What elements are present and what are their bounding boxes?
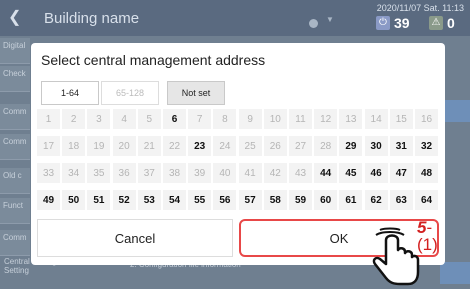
address-cell-33: 33 bbox=[37, 163, 60, 183]
not-set-button[interactable]: Not set bbox=[167, 81, 225, 105]
dialog-title: Select central management address bbox=[41, 52, 266, 68]
address-cell-4: 4 bbox=[112, 109, 136, 129]
sidebar-item[interactable]: Comm bbox=[0, 104, 30, 130]
address-cell-14: 14 bbox=[364, 109, 388, 129]
sidebar-item[interactable]: Comm bbox=[0, 134, 30, 160]
address-cell-42: 42 bbox=[263, 163, 287, 183]
address-cell-59[interactable]: 59 bbox=[289, 190, 312, 210]
sidebar-item[interactable]: Digital bbox=[0, 38, 30, 64]
address-cell-38: 38 bbox=[163, 163, 186, 183]
address-cell-3: 3 bbox=[87, 109, 111, 129]
address-cell-60[interactable]: 60 bbox=[314, 190, 338, 210]
address-cell-1: 1 bbox=[37, 109, 60, 129]
back-chevron-icon[interactable]: ❮ bbox=[8, 10, 21, 26]
address-cell-31[interactable]: 31 bbox=[389, 136, 413, 156]
address-cell-64[interactable]: 64 bbox=[415, 190, 438, 210]
caret-down-icon: ▼ bbox=[326, 15, 334, 24]
address-cell-16: 16 bbox=[415, 109, 438, 129]
address-cell-24: 24 bbox=[213, 136, 237, 156]
address-cell-30[interactable]: 30 bbox=[364, 136, 388, 156]
address-cell-25: 25 bbox=[238, 136, 262, 156]
address-cell-17: 17 bbox=[37, 136, 60, 156]
sidebar-item[interactable]: Comm bbox=[0, 230, 30, 256]
address-cell-32[interactable]: 32 bbox=[415, 136, 438, 156]
address-cell-15: 15 bbox=[389, 109, 413, 129]
app-header: ❮ Building name 2020/11/07 Sat. 11:13 ▼ … bbox=[0, 0, 470, 36]
address-cell-23[interactable]: 23 bbox=[188, 136, 212, 156]
warning-count: 0 bbox=[447, 15, 455, 31]
address-cell-55[interactable]: 55 bbox=[188, 190, 212, 210]
app-title: Building name bbox=[44, 10, 140, 27]
address-cell-13: 13 bbox=[339, 109, 363, 129]
address-cell-11: 11 bbox=[289, 109, 312, 129]
power-count: 39 bbox=[394, 15, 410, 31]
range-tab-65-128: 65-128 bbox=[101, 81, 159, 105]
right-panel-bar bbox=[440, 262, 470, 284]
address-cell-34: 34 bbox=[62, 163, 86, 183]
address-cell-9: 9 bbox=[238, 109, 262, 129]
address-cell-61[interactable]: 61 bbox=[339, 190, 363, 210]
address-cell-27: 27 bbox=[289, 136, 312, 156]
address-cell-39: 39 bbox=[188, 163, 212, 183]
address-cell-26: 26 bbox=[263, 136, 287, 156]
datetime: 2020/11/07 Sat. 11:13 bbox=[376, 3, 464, 13]
range-tabs: 1-64 65-128 Not set bbox=[41, 81, 227, 105]
address-cell-56[interactable]: 56 bbox=[213, 190, 237, 210]
cancel-button[interactable]: Cancel bbox=[37, 219, 233, 257]
address-cell-44[interactable]: 44 bbox=[314, 163, 338, 183]
range-tab-1-64[interactable]: 1-64 bbox=[41, 81, 99, 105]
sidebar-item[interactable]: Funct bbox=[0, 198, 30, 224]
address-cell-52[interactable]: 52 bbox=[112, 190, 136, 210]
address-cell-36: 36 bbox=[112, 163, 136, 183]
address-cell-28: 28 bbox=[314, 136, 338, 156]
address-cell-58[interactable]: 58 bbox=[263, 190, 287, 210]
address-cell-19: 19 bbox=[87, 136, 111, 156]
sidebar-item[interactable]: Old c bbox=[0, 168, 30, 194]
power-icon: ⏻ bbox=[376, 16, 390, 30]
address-cell-5: 5 bbox=[137, 109, 161, 129]
address-cell-12: 12 bbox=[314, 109, 338, 129]
address-cell-21: 21 bbox=[137, 136, 161, 156]
address-cell-49[interactable]: 49 bbox=[37, 190, 60, 210]
sidebar-item[interactable]: Check bbox=[0, 66, 30, 92]
address-cell-47[interactable]: 47 bbox=[389, 163, 413, 183]
address-cell-63[interactable]: 63 bbox=[389, 190, 413, 210]
address-cell-45[interactable]: 45 bbox=[339, 163, 363, 183]
address-cell-54[interactable]: 54 bbox=[163, 190, 186, 210]
address-cell-53[interactable]: 53 bbox=[137, 190, 161, 210]
warning-icon: ⚠ bbox=[429, 16, 443, 30]
address-cell-51[interactable]: 51 bbox=[87, 190, 111, 210]
address-cell-40: 40 bbox=[213, 163, 237, 183]
address-cell-8: 8 bbox=[213, 109, 237, 129]
address-cell-7: 7 bbox=[188, 109, 212, 129]
address-cell-50[interactable]: 50 bbox=[62, 190, 86, 210]
address-cell-43: 43 bbox=[289, 163, 312, 183]
address-cell-35: 35 bbox=[87, 163, 111, 183]
address-cell-57[interactable]: 57 bbox=[238, 190, 262, 210]
status-dot-icon bbox=[309, 19, 318, 28]
address-cell-46[interactable]: 46 bbox=[364, 163, 388, 183]
address-cell-10: 10 bbox=[263, 109, 287, 129]
address-cell-2: 2 bbox=[62, 109, 86, 129]
address-cell-37: 37 bbox=[137, 163, 161, 183]
address-cell-20: 20 bbox=[112, 136, 136, 156]
address-cell-48[interactable]: 48 bbox=[415, 163, 438, 183]
address-cell-22: 22 bbox=[163, 136, 186, 156]
address-cell-29[interactable]: 29 bbox=[339, 136, 363, 156]
address-cell-18: 18 bbox=[62, 136, 86, 156]
tap-hand-icon bbox=[372, 227, 420, 286]
address-cell-6[interactable]: 6 bbox=[163, 109, 186, 129]
address-cell-41: 41 bbox=[238, 163, 262, 183]
address-cell-62[interactable]: 62 bbox=[364, 190, 388, 210]
